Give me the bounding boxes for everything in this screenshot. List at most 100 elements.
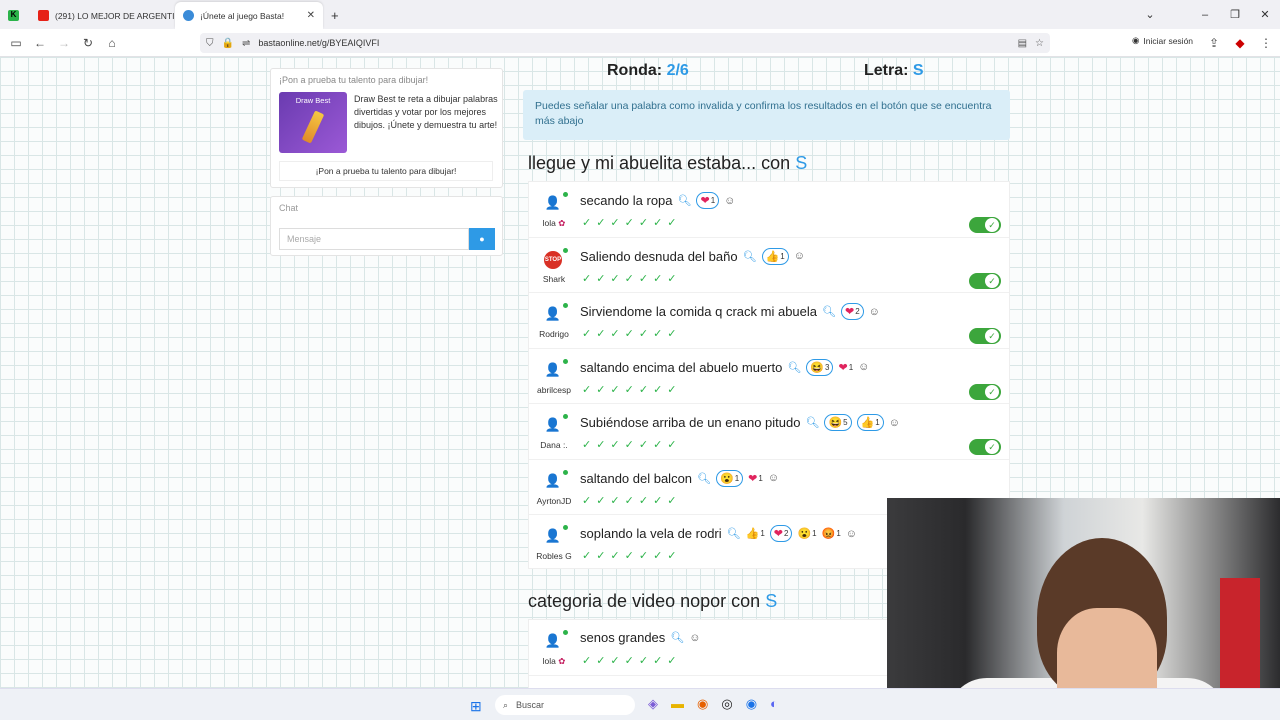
add-reaction-icon[interactable]: ☺ xyxy=(794,250,805,262)
tab-youtube[interactable]: (291) LO MEJOR DE ARGENTIN... ✕ xyxy=(30,2,175,29)
bookmark-star-icon[interactable]: ☆ xyxy=(1035,38,1044,49)
reaction-count: 1 xyxy=(812,529,817,538)
left-column: ¡Pon a prueba tu talento para dibujar! D… xyxy=(270,68,503,256)
forward-icon[interactable]: → xyxy=(52,36,76,50)
tab-basta[interactable]: ¡Únete al juego Basta! ✕ xyxy=(175,2,323,29)
search-icon[interactable]: 🔍︎ xyxy=(743,250,757,263)
taskbar-search[interactable]: ⌕ Buscar xyxy=(495,695,635,715)
chat-input[interactable]: Mensaje xyxy=(279,228,469,250)
answer-row: 👤 lola ✿ secando la ropa 🔍︎ ❤ 1 ☺ ✓✓✓✓✓✓✓ xyxy=(529,182,1009,238)
pencil-icon xyxy=(301,110,325,144)
reaction-like[interactable]: 👍 1 xyxy=(761,247,789,265)
check-marks: ✓✓✓✓✓✓✓ xyxy=(582,655,682,667)
category-letter: S xyxy=(765,591,778,611)
search-icon[interactable]: 🔍︎ xyxy=(787,361,801,374)
minimize-icon[interactable]: – xyxy=(1190,9,1220,21)
discord-icon[interactable]: ◐ xyxy=(770,696,778,712)
add-reaction-icon[interactable]: ☺ xyxy=(889,417,900,429)
reaction-wow[interactable]: 😮 1 xyxy=(716,469,744,487)
add-reaction-icon[interactable]: ☺ xyxy=(724,195,735,207)
check-marks: ✓✓✓✓✓✓✓ xyxy=(582,328,682,340)
reaction-laugh[interactable]: 😆 3 xyxy=(806,358,834,376)
home-icon[interactable]: ⌂ xyxy=(100,36,124,50)
user-icon: 👤 xyxy=(544,469,568,491)
copilot-icon[interactable]: ◈ xyxy=(648,696,658,712)
close-window-icon[interactable]: ✕ xyxy=(1250,8,1280,21)
reaction-wow[interactable]: 😮 1 xyxy=(797,527,816,540)
reaction-laugh[interactable]: 😆 5 xyxy=(824,414,852,431)
answer: senos grandes 🔍︎ ☺ xyxy=(580,630,700,645)
send-button[interactable]: ● xyxy=(469,228,495,250)
chrome-icon[interactable]: ◉ xyxy=(746,696,757,712)
reaction-count: 3 xyxy=(825,362,830,372)
username: lola ✿ xyxy=(542,656,566,666)
extensions-icon[interactable]: ⇪ xyxy=(1202,36,1226,50)
check-marks: ✓✓✓✓✓✓✓ xyxy=(582,383,682,396)
reaction-heart[interactable]: ❤ 1 xyxy=(696,192,720,209)
valid-toggle[interactable] xyxy=(969,272,1001,289)
add-reaction-icon[interactable]: ☺ xyxy=(768,472,779,484)
reader-mode-icon[interactable]: ▤ xyxy=(1018,38,1027,49)
answer: saltando del balcon 🔍︎ 😮 1 ❤ 1 ☺ xyxy=(580,469,779,487)
new-tab-button[interactable]: + xyxy=(323,2,347,29)
valid-toggle[interactable] xyxy=(969,328,1001,344)
category-title-text: categoria de video nopor con xyxy=(528,591,761,611)
reaction-like[interactable]: 👍 1 xyxy=(856,414,884,431)
reaction-angry[interactable]: 😡 1 xyxy=(822,527,841,540)
extension-badge-icon[interactable]: ◆ xyxy=(1228,36,1252,50)
windows-start-icon[interactable]: ⊞ xyxy=(470,698,482,715)
valid-toggle[interactable] xyxy=(969,217,1001,233)
add-reaction-icon[interactable]: ☺ xyxy=(846,528,857,540)
firefox-icon[interactable]: ◉ xyxy=(697,696,708,712)
reaction-heart[interactable]: ❤ 2 xyxy=(769,525,793,542)
answer: secando la ropa 🔍︎ ❤ 1 ☺ xyxy=(580,192,735,209)
chevron-down-icon[interactable]: ⌄ xyxy=(1135,8,1165,21)
file-explorer-icon[interactable]: ▬ xyxy=(671,696,684,712)
promo-card: ¡Pon a prueba tu talento para dibujar! D… xyxy=(270,68,503,188)
surprised-icon: 😮 xyxy=(720,472,734,485)
check-marks: ✓✓✓✓✓✓✓ xyxy=(582,494,682,507)
search-icon[interactable]: 🔍︎ xyxy=(697,472,711,485)
add-reaction-icon[interactable]: ☺ xyxy=(689,632,700,644)
info-alert: Puedes señalar una palabra como invalida… xyxy=(523,90,1010,140)
username: Rodrigo xyxy=(539,329,569,339)
signin-button[interactable]: ◉ Iniciar sesión xyxy=(1132,35,1193,46)
reaction-heart[interactable]: ❤ 1 xyxy=(838,361,853,374)
obs-icon[interactable]: ◎ xyxy=(721,696,732,712)
search-icon[interactable]: 🔍︎ xyxy=(678,194,692,207)
address-bar[interactable]: ⛉ 🔒 ⇌ bastaonline.net/g/BYEAIQIVFI ▤ ☆ xyxy=(200,33,1050,53)
maximize-icon[interactable]: ❐ xyxy=(1220,8,1250,21)
sidebar-toggle-icon[interactable]: ▭ xyxy=(4,36,28,50)
tab-pinned-k[interactable]: K xyxy=(0,2,30,29)
search-icon[interactable]: 🔍︎ xyxy=(727,527,741,540)
heart-icon: ❤ xyxy=(844,306,855,318)
search-icon[interactable]: 🔍︎ xyxy=(805,416,819,429)
url-text: bastaonline.net/g/BYEAIQIVFI xyxy=(258,38,380,48)
reload-icon[interactable]: ↻ xyxy=(76,36,100,50)
add-reaction-icon[interactable]: ☺ xyxy=(869,306,880,318)
online-dot xyxy=(563,247,568,253)
menu-icon[interactable]: ⋮ xyxy=(1254,36,1278,50)
valid-toggle[interactable] xyxy=(969,383,1001,400)
reaction-heart[interactable]: ❤ 2 xyxy=(840,303,864,320)
reaction-heart[interactable]: ❤ 1 xyxy=(748,472,763,485)
user-icon: 👤 xyxy=(544,414,568,435)
back-icon[interactable]: ← xyxy=(28,36,52,50)
promo-button[interactable]: ¡Pon a prueba tu talento para dibujar! xyxy=(279,161,493,181)
promo-image[interactable]: Draw Best xyxy=(279,92,347,153)
add-reaction-icon[interactable]: ☺ xyxy=(858,361,869,373)
check-marks: ✓✓✓✓✓✓✓ xyxy=(582,439,682,451)
reaction-count: 1 xyxy=(760,529,765,538)
search-icon[interactable]: 🔍︎ xyxy=(670,631,684,644)
globe-icon xyxy=(183,10,194,21)
thumbs-up-icon: 👍 xyxy=(765,250,780,263)
reaction-count: 2 xyxy=(784,529,789,538)
close-icon[interactable]: ✕ xyxy=(307,10,315,21)
answer-text: secando la ropa xyxy=(580,193,673,208)
reaction-like[interactable]: 👍 1 xyxy=(746,527,765,540)
valid-toggle[interactable] xyxy=(969,439,1001,455)
search-icon[interactable]: 🔍︎ xyxy=(822,305,836,318)
user-icon: 👤 xyxy=(544,630,568,651)
window-controls: ⌄ – ❐ ✕ xyxy=(1135,0,1280,29)
answer-row: 👤 abrilcesp saltando encima del abuelo m… xyxy=(529,349,1009,404)
